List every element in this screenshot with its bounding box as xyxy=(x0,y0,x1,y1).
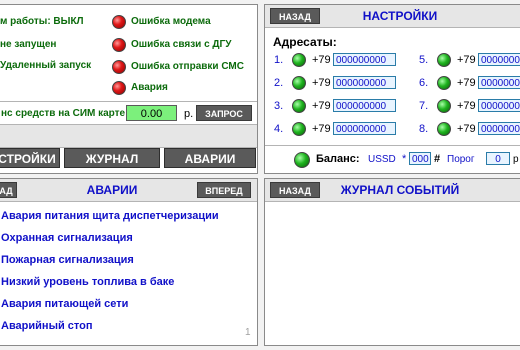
ussd-prefix: * xyxy=(402,153,407,165)
recipient-index: 4. xyxy=(274,123,284,135)
alarms-header: АД АВАРИИ ВПЕРЕД xyxy=(0,179,257,202)
threshold-input[interactable]: 0 xyxy=(486,152,510,165)
recipient-3-number-input[interactable]: 000000000 xyxy=(333,99,396,112)
sim-balance-value: 0.00 xyxy=(126,105,177,121)
settings-divider xyxy=(265,145,520,146)
journal-nav-button[interactable]: ЖУРНАЛ xyxy=(64,148,160,168)
settings-header: НАЗАД НАСТРОЙКИ xyxy=(265,5,520,28)
threshold-unit: р xyxy=(513,154,519,165)
recipient-1-number-input[interactable]: 000000000 xyxy=(333,53,396,66)
alarms-page-number: 1 xyxy=(245,327,251,338)
alarm-list-item[interactable]: Авария питания щита диспетчеризации xyxy=(1,210,219,222)
sim-balance-unit: р. xyxy=(184,108,194,120)
recipient-prefix: +79 xyxy=(457,54,476,66)
sms-error-indicator-icon xyxy=(112,60,126,74)
alarm-label: Авария xyxy=(131,82,168,93)
alarm-list-item[interactable]: Аварийный стоп xyxy=(1,320,93,332)
recipient-prefix: +79 xyxy=(312,100,331,112)
journal-header: НАЗАД ЖУРНАЛ СОБЫТИЙ xyxy=(265,179,520,202)
modem-error-label: Ошибка модема xyxy=(131,16,211,27)
ussd-label: USSD xyxy=(368,154,396,165)
recipient-7-status-icon[interactable] xyxy=(437,99,451,113)
balance-check-status-icon[interactable] xyxy=(294,152,310,168)
message-bar xyxy=(0,125,257,148)
dgu-link-error-indicator-icon xyxy=(112,38,126,52)
recipient-8-number-input[interactable]: 000000000 xyxy=(478,122,520,135)
alarms-forward-button[interactable]: ВПЕРЕД xyxy=(197,182,251,198)
alarm-list-item[interactable]: Охранная сигнализация xyxy=(1,232,133,244)
status-remote-start: Удаленный запуск xyxy=(0,60,92,71)
alarm-indicator-icon xyxy=(112,81,126,95)
recipient-2-number-input[interactable]: 000000000 xyxy=(333,76,396,89)
journal-event-list[interactable] xyxy=(265,202,520,345)
recipient-6-number-input[interactable]: 000000000 xyxy=(478,76,520,89)
recipient-index: 1. xyxy=(274,54,284,66)
recipient-4-status-icon[interactable] xyxy=(292,122,306,136)
status-mode: м работы: ВЫКЛ xyxy=(0,16,84,27)
journal-back-button[interactable]: НАЗАД xyxy=(270,182,320,198)
recipient-prefix: +79 xyxy=(457,77,476,89)
recipient-6-status-icon[interactable] xyxy=(437,76,451,90)
recipient-5-status-icon[interactable] xyxy=(437,53,451,67)
alarms-back-button[interactable]: АД xyxy=(0,182,17,198)
recipient-index: 7. xyxy=(419,100,429,112)
alarms-panel: АД АВАРИИ ВПЕРЕД Авария питания щита дис… xyxy=(0,178,258,346)
ussd-code-input[interactable]: 000 xyxy=(409,152,431,165)
settings-back-button[interactable]: НАЗАД xyxy=(270,8,320,24)
recipient-prefix: +79 xyxy=(457,123,476,135)
recipient-index: 5. xyxy=(419,54,429,66)
recipient-prefix: +79 xyxy=(312,54,331,66)
alarms-title: АВАРИИ xyxy=(86,183,138,197)
alarms-nav-button[interactable]: АВАРИИ xyxy=(164,148,256,168)
threshold-label: Порог xyxy=(447,154,475,165)
recipient-index: 3. xyxy=(274,100,284,112)
recipient-index: 8. xyxy=(419,123,429,135)
sim-balance-row: нс средств на СИМ карте: 0.00 р. ЗАПРОС xyxy=(0,101,257,125)
recipient-2-status-icon[interactable] xyxy=(292,76,306,90)
alarm-list-item[interactable]: Авария питающей сети xyxy=(1,298,128,310)
recipient-1-status-icon[interactable] xyxy=(292,53,306,67)
dgu-link-error-label: Ошибка связи с ДГУ xyxy=(131,39,232,50)
recipient-8-status-icon[interactable] xyxy=(437,122,451,136)
recipient-index: 2. xyxy=(274,77,284,89)
recipient-4-number-input[interactable]: 000000000 xyxy=(333,122,396,135)
sim-balance-label: нс средств на СИМ карте: xyxy=(1,108,129,119)
settings-panel: НАЗАД НАСТРОЙКИ Адресаты: 1. +79 0000000… xyxy=(264,4,520,174)
settings-nav-button[interactable]: СТРОЙКИ xyxy=(0,148,60,168)
recipient-prefix: +79 xyxy=(457,100,476,112)
recipient-5-number-input[interactable]: 000000000 xyxy=(478,53,520,66)
alarm-list-item[interactable]: Низкий уровень топлива в баке xyxy=(1,276,174,288)
recipients-label: Адресаты: xyxy=(273,35,337,49)
alarm-list-item[interactable]: Пожарная сигнализация xyxy=(1,254,134,266)
modem-error-indicator-icon xyxy=(112,15,126,29)
recipient-index: 6. xyxy=(419,77,429,89)
sms-error-label: Ошибка отправки СМС xyxy=(131,61,244,72)
balance-request-button[interactable]: ЗАПРОС xyxy=(196,105,252,121)
status-run: не запущен xyxy=(0,39,57,50)
ussd-suffix: # xyxy=(434,153,441,165)
recipient-7-number-input[interactable]: 000000000 xyxy=(478,99,520,112)
recipient-prefix: +79 xyxy=(312,77,331,89)
journal-panel: НАЗАД ЖУРНАЛ СОБЫТИЙ xyxy=(264,178,520,346)
recipient-3-status-icon[interactable] xyxy=(292,99,306,113)
recipient-prefix: +79 xyxy=(312,123,331,135)
settings-title: НАСТРОЙКИ xyxy=(362,9,438,23)
balance-label: Баланс: xyxy=(316,153,360,165)
journal-title: ЖУРНАЛ СОБЫТИЙ xyxy=(340,183,460,197)
